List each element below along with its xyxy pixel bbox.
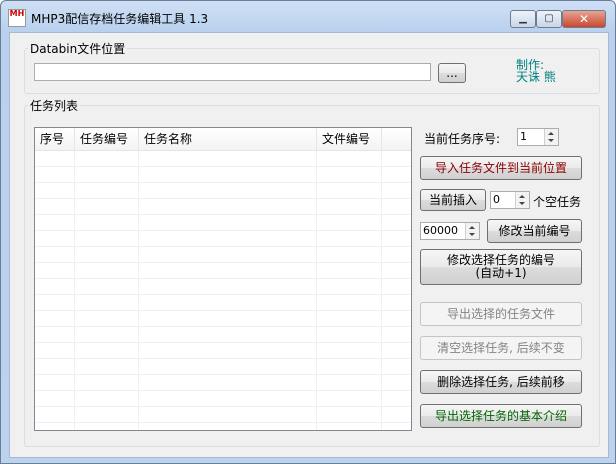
- minimize-icon: ▁: [519, 13, 527, 24]
- delete-selected-button[interactable]: 删除选择任务, 后续前移: [420, 370, 582, 394]
- modify-selected-button[interactable]: 修改选择任务的编号 (自动+1): [420, 249, 582, 285]
- maximize-icon: ▢: [544, 13, 554, 24]
- spin-up-icon[interactable]: [548, 132, 554, 135]
- column-header-task-name[interactable]: 任务名称: [139, 128, 317, 150]
- column-header-file-id[interactable]: 文件编号: [317, 128, 382, 150]
- list-header: 序号 任务编号 任务名称 文件编号: [35, 128, 411, 151]
- current-index-value: 1: [520, 130, 527, 143]
- column-header-task-id[interactable]: 任务编号: [75, 128, 139, 150]
- window-title: MHP3配信存档任务编辑工具 1.3: [31, 12, 209, 26]
- column-header-index[interactable]: 序号: [35, 128, 75, 150]
- import-task-label: 导入任务文件到当前位置: [434, 160, 567, 175]
- current-index-spinner[interactable]: 1: [517, 128, 559, 146]
- insert-count-value: 0: [493, 193, 500, 206]
- current-index-label: 当前任务序号:: [424, 132, 501, 146]
- modify-selected-sublabel: (自动+1): [475, 266, 527, 280]
- close-button[interactable]: ✕: [562, 10, 606, 28]
- app-icon: MH: [8, 9, 26, 27]
- maximize-button[interactable]: ▢: [536, 10, 562, 28]
- app-window: MH MHP3配信存档任务编辑工具 1.3 ▁ ▢ ✕ Databin文件位置 …: [0, 0, 616, 464]
- spin-up-icon[interactable]: [519, 195, 525, 198]
- spin-down-icon[interactable]: [469, 233, 475, 236]
- current-index-arrows[interactable]: [544, 129, 558, 145]
- export-selected-button[interactable]: 导出选择的任务文件: [420, 302, 582, 326]
- browse-button[interactable]: ...: [438, 63, 466, 83]
- insert-count-arrows[interactable]: [515, 192, 529, 208]
- spin-down-icon[interactable]: [519, 202, 525, 205]
- number-arrows[interactable]: [465, 223, 479, 239]
- clear-selected-button[interactable]: 清空选择任务, 后续不变: [420, 336, 582, 360]
- client-area: Databin文件位置 ... 制作: 天诛 熊 任务列表 序号 任务编号 任务…: [9, 32, 609, 458]
- number-value: 60000: [423, 224, 458, 237]
- list-grid-lines: [35, 150, 411, 430]
- import-task-button[interactable]: 导入任务文件到当前位置: [420, 156, 582, 180]
- insert-button[interactable]: 当前插入: [420, 189, 486, 211]
- spin-up-icon[interactable]: [469, 226, 475, 229]
- empty-tasks-label: 个空任务: [533, 195, 582, 209]
- credit-author-name: 天诛 熊: [516, 70, 556, 84]
- modify-current-button[interactable]: 修改当前编号: [487, 219, 582, 243]
- databin-path-input[interactable]: [34, 63, 431, 81]
- minimize-button[interactable]: ▁: [510, 10, 536, 28]
- task-list-group-label: 任务列表: [28, 97, 81, 114]
- export-intro-button[interactable]: 导出选择任务的基本介绍: [420, 404, 582, 428]
- close-icon: ✕: [578, 12, 590, 26]
- spin-down-icon[interactable]: [548, 139, 554, 142]
- export-intro-label: 导出选择任务的基本介绍: [434, 408, 567, 423]
- databin-group-label: Databin文件位置: [28, 40, 128, 57]
- title-bar[interactable]: MH MHP3配信存档任务编辑工具 1.3 ▁ ▢ ✕: [1, 1, 615, 33]
- task-list-view[interactable]: 序号 任务编号 任务名称 文件编号: [34, 127, 412, 431]
- number-spinner[interactable]: 60000: [420, 222, 480, 240]
- insert-count-spinner[interactable]: 0: [490, 191, 530, 209]
